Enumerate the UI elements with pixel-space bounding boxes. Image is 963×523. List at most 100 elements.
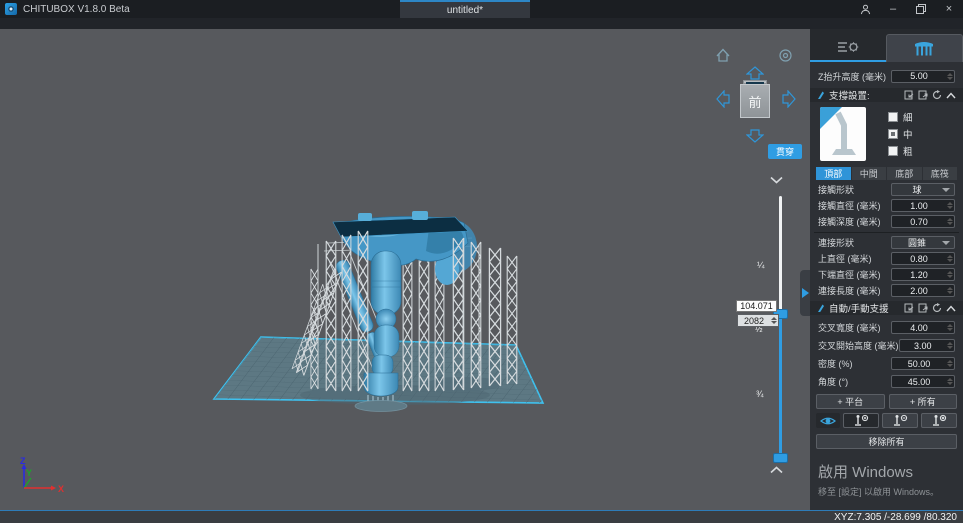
edit-support-tool-button[interactable] — [921, 413, 957, 428]
3d-viewport[interactable]: 前 貫穿 ¼ ½ ¾ 104.071 2082 Z Y — [0, 29, 810, 510]
add-all-supports-button[interactable]: + 所有 — [889, 394, 958, 409]
spinner-arrows-icon[interactable] — [770, 317, 778, 324]
arrow-left-icon — [716, 90, 730, 108]
checkbox-icon[interactable] — [888, 129, 898, 139]
tab-top[interactable]: 頂部 — [816, 167, 851, 180]
checkbox-icon[interactable] — [888, 112, 898, 122]
density-input[interactable]: 50.00 — [891, 357, 955, 370]
tab-middle[interactable]: 中間 — [852, 167, 887, 180]
import-icon[interactable] — [904, 303, 914, 313]
axis-z-label: Z — [20, 456, 26, 466]
connection-length-input[interactable]: 2.00 — [891, 284, 955, 297]
spinner-arrows-icon[interactable] — [946, 202, 954, 209]
restore-button[interactable] — [907, 0, 935, 18]
windows-activation-watermark: 啟用 Windows 移至 [設定] 以啟用 Windows。 — [818, 461, 963, 498]
toolbar-strip — [0, 18, 963, 29]
remove-all-supports-button[interactable]: 移除所有 — [816, 434, 957, 449]
thickness-coarse[interactable]: 粗 — [888, 144, 913, 158]
rotate-up-arrow[interactable] — [746, 66, 764, 80]
cross-width-input[interactable]: 4.00 — [891, 321, 955, 334]
thickness-options: 細 中 粗 — [888, 107, 913, 161]
tab-support-settings[interactable] — [886, 34, 963, 62]
title-bar: CHITUBOX V1.8.0 Beta untitled* – × — [0, 0, 963, 18]
slider-mark-quarter: ¼ — [757, 260, 765, 270]
spinner-arrows-icon[interactable] — [946, 271, 954, 278]
triangle-right-icon — [802, 288, 809, 298]
spinner-arrows-icon[interactable] — [946, 218, 954, 225]
layer-number-spinner[interactable]: 2082 — [737, 314, 779, 327]
view-cube[interactable]: 前 — [740, 80, 770, 118]
user-account-button[interactable] — [851, 0, 879, 18]
perspective-toggle-button[interactable] — [776, 46, 794, 64]
tab-bottom[interactable]: 底部 — [887, 167, 922, 180]
view-cube-front-face[interactable]: 前 — [740, 84, 770, 118]
connection-shape-select[interactable]: 圓錐 — [891, 236, 955, 249]
layer-number-value: 2082 — [738, 316, 770, 326]
slider-step-down-chevron[interactable] — [770, 176, 783, 184]
add-support-tool-button[interactable] — [843, 413, 879, 428]
slider-mark-three-quarter: ¾ — [756, 389, 764, 399]
thickness-medium[interactable]: 中 — [888, 127, 913, 141]
delete-support-tool-button[interactable] — [882, 413, 918, 428]
import-icon[interactable] — [904, 90, 914, 100]
export-icon[interactable] — [918, 303, 928, 313]
layer-slider-track-lower[interactable] — [779, 313, 782, 458]
toggle-support-visibility-button[interactable] — [816, 413, 840, 428]
upper-diameter-input[interactable]: 0.80 — [891, 252, 955, 265]
tab-slice-settings[interactable] — [810, 34, 886, 62]
support-pillar-icon — [912, 40, 936, 57]
close-button[interactable]: × — [935, 0, 963, 18]
export-icon[interactable] — [918, 90, 928, 100]
tab-raft[interactable]: 底筏 — [923, 167, 958, 180]
support-settings-title: 支撐設置: — [829, 88, 900, 102]
spinner-arrows-icon[interactable] — [946, 73, 954, 80]
spinner-arrows-icon[interactable] — [946, 255, 954, 262]
spinner-arrows-icon[interactable] — [946, 324, 954, 331]
home-icon — [715, 48, 731, 63]
angle-input[interactable]: 45.00 — [891, 375, 955, 388]
rotate-left-arrow[interactable] — [716, 90, 730, 108]
add-platform-supports-button[interactable]: + 平台 — [816, 394, 885, 409]
slider-step-up-chevron[interactable] — [770, 466, 783, 474]
z-lift-label: Z抬升高度 (毫米) — [818, 70, 886, 83]
contact-shape-select[interactable]: 球 — [891, 183, 955, 196]
reset-icon[interactable] — [932, 303, 942, 313]
panel-collapse-toggle[interactable] — [800, 270, 810, 316]
collapse-chevron-icon[interactable] — [946, 92, 956, 99]
checkbox-icon[interactable] — [888, 146, 898, 156]
spinner-arrows-icon[interactable] — [946, 360, 954, 367]
layer-slider-track-upper[interactable] — [779, 196, 782, 313]
contact-depth-input[interactable]: 0.70 — [891, 215, 955, 228]
rotate-down-arrow[interactable] — [746, 129, 764, 143]
arrow-up-icon — [746, 66, 764, 80]
minimize-button[interactable]: – — [879, 0, 907, 18]
xray-mode-button[interactable]: 貫穿 — [768, 144, 802, 159]
support-add-icon — [853, 414, 869, 427]
layer-slider-end-handle[interactable] — [773, 453, 788, 463]
thickness-fine[interactable]: 細 — [888, 110, 913, 124]
collapse-chevron-icon[interactable] — [946, 305, 956, 312]
spinner-arrows-icon[interactable] — [946, 378, 954, 385]
field-row: 下端直徑 (毫米) 1.20 — [818, 268, 955, 281]
panel-tabs — [810, 29, 963, 62]
home-view-button[interactable] — [714, 46, 732, 64]
z-lift-input[interactable]: 5.00 — [891, 70, 955, 83]
add-support-buttons: + 平台 + 所有 — [816, 394, 957, 409]
settings-list-gear-icon — [836, 40, 860, 54]
contact-diameter-input[interactable]: 1.00 — [891, 199, 955, 212]
spinner-arrows-icon[interactable] — [946, 342, 954, 349]
field-row: 交叉寬度 (毫米) 4.00 — [818, 321, 955, 334]
spinner-arrows-icon[interactable] — [946, 287, 954, 294]
field-row: 連接長度 (毫米) 2.00 — [818, 284, 955, 297]
lower-diameter-input[interactable]: 1.20 — [891, 268, 955, 281]
chevron-up-icon — [770, 466, 783, 474]
status-bar: XYZ:7.305 /-28.699 /80.320 — [0, 510, 963, 523]
cross-start-height-input[interactable]: 3.00 — [899, 339, 956, 352]
axis-y-label: Y — [26, 468, 32, 478]
app-title: CHITUBOX V1.8.0 Beta — [23, 4, 130, 15]
document-tab[interactable]: untitled* — [400, 0, 530, 18]
rotate-right-arrow[interactable] — [782, 90, 796, 108]
field-row: 接觸形狀 球 — [818, 183, 955, 196]
reset-icon[interactable] — [932, 90, 942, 100]
support-shape-preview-icon — [820, 107, 866, 161]
